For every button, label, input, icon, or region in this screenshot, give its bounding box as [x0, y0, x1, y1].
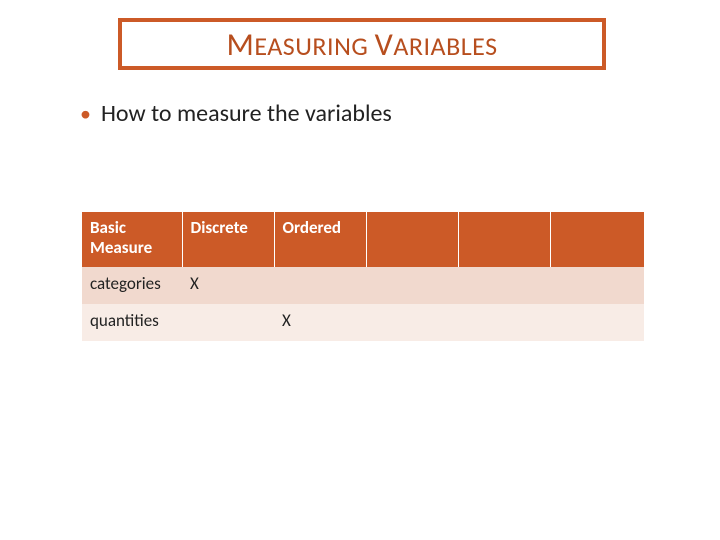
cell — [274, 267, 366, 304]
table-header-row: Basic Measure Discrete Ordered — [82, 212, 644, 267]
cell — [366, 304, 458, 341]
cell — [458, 267, 550, 304]
title-word2-cap: V — [375, 25, 394, 64]
row-label: quantities — [82, 304, 182, 341]
cell — [458, 304, 550, 341]
slide-title: MEASURING VARIABLES — [226, 25, 497, 64]
cell — [550, 304, 644, 341]
header-ordered: Ordered — [274, 212, 366, 267]
slide-title-box: MEASURING VARIABLES — [118, 18, 606, 70]
measures-table: Basic Measure Discrete Ordered categorie… — [82, 212, 644, 341]
header-basic-measure: Basic Measure — [82, 212, 182, 267]
cell — [550, 267, 644, 304]
cell — [366, 267, 458, 304]
cell: X — [182, 267, 274, 304]
table-row: categories X — [82, 267, 644, 304]
cell: X — [274, 304, 366, 341]
header-blank-5 — [550, 212, 644, 267]
header-blank-4 — [458, 212, 550, 267]
bullet-dot-icon: • — [80, 100, 91, 128]
header-blank-3 — [366, 212, 458, 267]
header-discrete: Discrete — [182, 212, 274, 267]
title-word1-cap: M — [226, 25, 254, 64]
title-word2-rest: ARIABLES — [393, 30, 497, 62]
table-row: quantities X — [82, 304, 644, 341]
bullet-item: • How to measure the variables — [80, 100, 392, 128]
bullet-text: How to measure the variables — [101, 100, 392, 128]
row-label: categories — [82, 267, 182, 304]
title-word1-rest: EASURING — [254, 30, 368, 62]
cell — [182, 304, 274, 341]
